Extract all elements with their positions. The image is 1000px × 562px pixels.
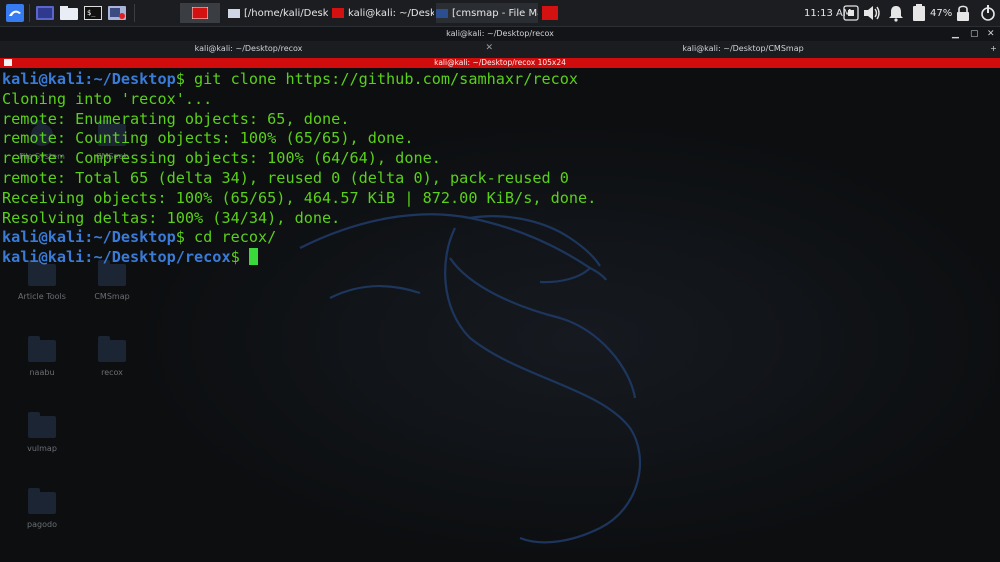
prompt-user: kali@kali <box>2 70 85 88</box>
prompt-user: kali@kali <box>2 248 85 267</box>
terminal-mini-icon <box>4 59 12 66</box>
task-label: [cmsmap - File Manager] <box>452 7 538 19</box>
task-red-window[interactable] <box>540 3 560 23</box>
show-desktop-icon[interactable] <box>34 3 56 23</box>
terminal-cursor <box>248 248 258 266</box>
output-line: remote: Total 65 (delta 34), reused 0 (d… <box>2 168 569 187</box>
desktop-icon-label: Article Tools <box>18 292 66 301</box>
tab-label: kali@kali: ~/Desktop/CMSmap <box>682 44 804 53</box>
folder-icon <box>98 336 126 362</box>
screen-recorder-icon[interactable] <box>106 3 128 23</box>
terminal-body[interactable]: File System CMSeek Article Tools CMSmap … <box>0 68 1000 562</box>
prompt-user: kali@kali <box>2 228 85 247</box>
maximize-icon[interactable]: ▢ <box>970 27 979 41</box>
terminal-tabs: kali@kali: ~/Desktop/recox ✕ kali@kali: … <box>0 41 1000 60</box>
logout-icon[interactable] <box>980 0 996 26</box>
prompt-line: kali@kali:~/Desktop$ cd recox/ <box>2 228 596 248</box>
task-file-manager-cms[interactable]: [/home/kali/Desktop/CM... <box>228 3 328 23</box>
battery-text: 47% <box>930 7 953 19</box>
desktop-icon-recox[interactable]: recox <box>82 336 142 377</box>
top-panel: $_ [/home/kali/Desktop/CM... kali@kali: … <box>0 0 1000 27</box>
desktop-icon-vulmap[interactable]: vulmap <box>12 412 72 453</box>
new-tab-icon[interactable]: + <box>987 41 1000 58</box>
output-line: Cloning into 'recox'... <box>2 89 213 108</box>
prompt-line: kali@kali:~/Desktop$ git clone https://g… <box>2 70 596 90</box>
terminal-size-label: kali@kali: ~/Desktop/recox 105x24 <box>434 58 566 67</box>
desktop-icon-article-tools[interactable]: Article Tools <box>12 260 72 301</box>
tab-label: kali@kali: ~/Desktop/recox <box>194 44 303 53</box>
command-text: $ <box>230 248 249 267</box>
prompt-line: kali@kali:~/Desktop/recox$ <box>2 248 596 268</box>
desktop-icon-label: recox <box>101 368 123 377</box>
prompt-path: :~/Desktop/recox <box>84 248 231 267</box>
kali-menu-icon[interactable] <box>4 3 26 23</box>
task-label: [/home/kali/Desktop/CM... <box>244 7 328 19</box>
window-title: kali@kali: ~/Desktop/recox <box>446 29 554 38</box>
folder-lock-icon <box>28 336 56 362</box>
desktop-icon-cmsmap[interactable]: CMSmap <box>82 260 142 301</box>
desktop-icon-naabu[interactable]: naabu <box>12 336 72 377</box>
battery-percent: 47% <box>930 0 952 26</box>
notifications-bell-icon[interactable] <box>887 0 905 26</box>
terminal-titlebar[interactable]: kali@kali: ~/Desktop/recox ▁ ▢ ✕ <box>0 27 1000 41</box>
prompt-path: :~/Desktop <box>84 70 176 88</box>
desktop-icon-label: naabu <box>29 368 55 377</box>
terminal-status-bar: kali@kali: ~/Desktop/recox 105x24 <box>0 58 1000 68</box>
volume-icon[interactable] <box>862 0 882 26</box>
output-line: Resolving deltas: 100% (34/34), done. <box>2 208 341 227</box>
power-icon[interactable] <box>843 0 859 26</box>
terminal-icon[interactable]: $_ <box>82 3 104 23</box>
desktop-icon-label: CMSmap <box>94 292 130 301</box>
task-cmsmap-file-manager[interactable]: [cmsmap - File Manager] <box>436 3 538 23</box>
folder-icon <box>28 412 56 438</box>
desktop-icon-pagodo[interactable]: pagodo <box>12 488 72 529</box>
tab-close-icon[interactable]: ✕ <box>485 41 493 56</box>
output-line: Receiving objects: 100% (65/65), 464.57 … <box>2 188 597 207</box>
minimize-icon[interactable]: ▁ <box>952 27 959 41</box>
desktop-icon-label: vulmap <box>27 444 57 453</box>
output-line: remote: Compressing objects: 100% (64/64… <box>2 149 441 168</box>
output-line: remote: Enumerating objects: 65, done. <box>2 109 350 128</box>
output-line: remote: Counting objects: 100% (65/65), … <box>2 129 414 148</box>
task-terminal[interactable]: kali@kali: ~/Desktop/re... <box>332 3 434 23</box>
command-text: $ cd recox/ <box>175 228 277 247</box>
workspace-switcher[interactable] <box>180 3 220 23</box>
desktop-icon-label: pagodo <box>27 520 57 529</box>
battery-icon[interactable] <box>912 0 926 26</box>
tab-cmsmap[interactable]: kali@kali: ~/Desktop/CMSmap <box>499 41 987 58</box>
prompt-path: :~/Desktop <box>84 228 176 247</box>
svg-text:$_: $_ <box>87 9 96 17</box>
terminal-output[interactable]: kali@kali:~/Desktop$ git clone https://g… <box>2 70 596 268</box>
close-icon[interactable]: ✕ <box>987 27 995 41</box>
command-text: $ git clone https://github.com/samhaxr/r… <box>175 70 579 88</box>
file-manager-icon[interactable] <box>58 3 80 23</box>
lock-icon[interactable] <box>956 0 970 26</box>
folder-icon <box>28 488 56 514</box>
task-label: kali@kali: ~/Desktop/re... <box>348 7 434 19</box>
